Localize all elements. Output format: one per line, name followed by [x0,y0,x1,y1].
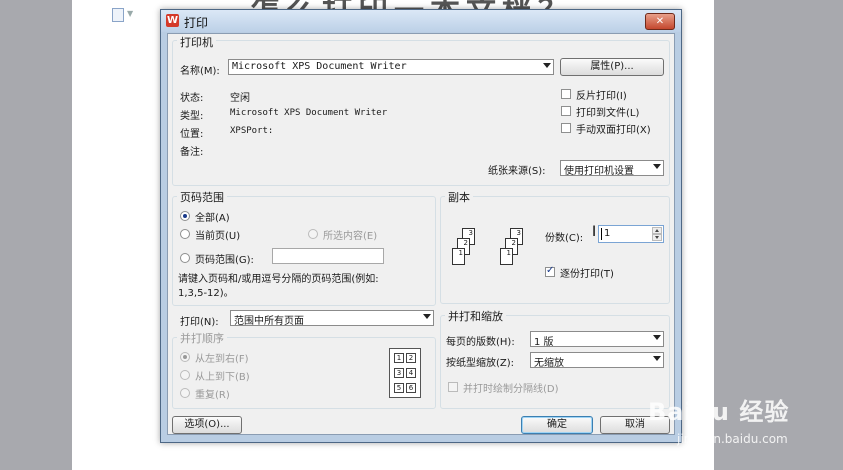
chevron-down-icon [423,314,431,319]
where-label: 位置: [180,129,204,140]
print-dialog: W 打印 ✕ 打印机 名称(M): Microsoft XPS Document… [160,9,682,443]
collate-repeat-label[interactable]: 重复(R) [195,386,230,401]
print-to-file-label[interactable]: 打印到文件(L) [576,104,639,119]
copies-count-label: 份数(C): [545,233,584,244]
page-range-input[interactable] [272,248,384,264]
page-range-hint: 请键入页码和/或用逗号分隔的页码范围(例如: [178,274,379,285]
document-icon[interactable] [112,8,124,22]
baidu-watermark: Baidu 经验 [648,398,790,426]
chevron-down-icon [653,356,661,361]
preview-page: 5 [394,383,404,393]
printer-name-select[interactable]: Microsoft XPS Document Writer [228,59,554,75]
scale-select[interactable]: 无缩放 [530,352,664,369]
printer-name-value: Microsoft XPS Document Writer [232,61,407,72]
spin-up-icon[interactable] [652,227,662,234]
spin-down-icon[interactable] [652,234,662,241]
text-caret [601,228,602,240]
dialog-title: 打印 [184,16,209,30]
print-what-label: 打印(N): [180,317,219,328]
manual-duplex-checkbox[interactable] [561,123,571,133]
preview-page: 1 [394,353,404,363]
draw-borders-label[interactable]: 并打时绘制分隔线(D) [463,380,559,395]
ok-button[interactable]: 确定 [521,416,593,434]
paper-source-label: 纸张来源(S): [488,166,546,177]
page-range-current-radio[interactable] [180,229,190,239]
comment-label: 备注: [180,147,204,158]
page-range-pages-label[interactable]: 页码范围(G): [195,251,254,266]
preview-page: 2 [406,353,416,363]
stack-page: 1 [500,248,513,265]
print-to-file-checkbox[interactable] [561,106,571,116]
paper-source-select[interactable]: 使用打印机设置 [560,160,664,177]
page-range-selection-label[interactable]: 所选内容(E) [323,227,377,242]
page-range-group-title: 页码范围 [177,189,227,205]
chevron-down-icon [653,164,661,169]
copies-count-spinner[interactable]: 1 [598,225,664,243]
wps-logo-icon: W [166,14,179,27]
copies-count-value: 1 [604,228,611,239]
collate-order-preview: 1 2 3 4 5 6 [389,348,421,398]
collate-top-bottom-label[interactable]: 从上到下(B) [195,368,250,383]
collate-repeat-radio[interactable] [180,388,190,398]
page-range-current-label[interactable]: 当前页(U) [195,227,240,242]
manual-duplex-label[interactable]: 手动双面打印(X) [576,121,651,136]
print-what-value: 范围中所有页面 [234,316,304,327]
status-label: 状态: [180,93,204,104]
pages-per-sheet-label: 每页的版数(H): [446,337,515,348]
text-cursor-icon: Ⅰ [592,224,597,240]
dialog-client: 打印机 名称(M): Microsoft XPS Document Writer… [167,33,675,435]
collate-top-bottom-radio[interactable] [180,370,190,380]
options-button[interactable]: 选项(O)... [172,416,242,434]
page-range-selection-radio[interactable] [308,229,318,239]
copies-group-title: 副本 [445,189,473,205]
collate-left-right-label[interactable]: 从左到右(F) [195,350,249,365]
type-label: 类型: [180,111,204,122]
preview-page: 6 [406,383,416,393]
page-range-all-label[interactable]: 全部(A) [195,209,230,224]
page-range-hint-example: 1,3,5-12)。 [178,288,234,299]
reverse-print-label[interactable]: 反片打印(I) [576,87,627,102]
scale-label: 按纸型缩放(Z): [446,358,515,369]
page-range-pages-radio[interactable] [180,253,190,263]
copies-group [440,196,670,304]
pages-per-sheet-value: 1 版 [534,337,554,348]
where-value: XPSPort: [230,126,274,136]
preview-page: 3 [394,368,404,378]
chevron-down-icon[interactable]: ▼ [127,9,133,18]
stack-page: 1 [452,248,465,265]
properties-button[interactable]: 属性(P)... [560,58,664,76]
draw-borders-checkbox[interactable] [448,382,458,392]
printer-group-title: 打印机 [177,34,216,50]
collate-label[interactable]: 逐份打印(T) [560,265,614,280]
scale-value: 无缩放 [534,358,564,369]
collate-left-right-radio[interactable] [180,352,190,362]
preview-page: 4 [406,368,416,378]
baidu-watermark-url: jingyan.baidu.com [677,432,788,446]
status-value: 空闲 [230,93,250,104]
page-range-all-radio[interactable] [180,211,190,221]
printer-name-label: 名称(M): [180,66,220,77]
chevron-down-icon [543,63,551,68]
dialog-titlebar[interactable]: W 打印 ✕ [161,10,681,32]
pages-per-sheet-select[interactable]: 1 版 [530,331,664,348]
type-value: Microsoft XPS Document Writer [230,108,388,118]
collate-order-group-title: 并打顺序 [177,330,227,346]
reverse-print-checkbox[interactable] [561,89,571,99]
close-button[interactable]: ✕ [645,13,675,30]
paper-source-value: 使用打印机设置 [564,166,634,177]
print-what-select[interactable]: 范围中所有页面 [230,310,434,327]
chevron-down-icon [653,335,661,340]
zoom-group-title: 并打和缩放 [445,308,506,324]
collate-checkbox[interactable] [545,265,555,277]
